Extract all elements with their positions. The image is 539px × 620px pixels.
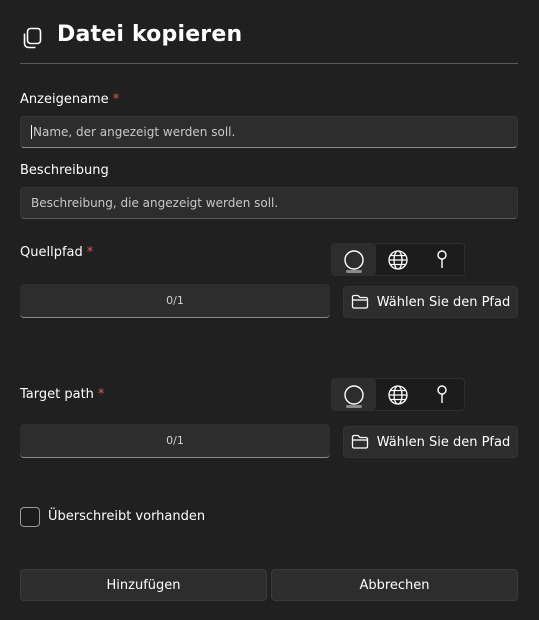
target-choose-path-label: Wählen Sie den Pfad <box>376 434 511 450</box>
circle-icon <box>344 249 364 270</box>
globe-icon <box>388 384 408 405</box>
display-name-label-text: Anzeigename <box>20 92 109 107</box>
folder-icon <box>351 434 368 449</box>
add-button[interactable]: Hinzufügen <box>20 569 267 601</box>
source-choose-path-button[interactable]: Wählen Sie den Pfad <box>343 286 518 318</box>
display-name-label: Anzeigename * <box>20 92 119 107</box>
overwrite-label[interactable]: Überschreibt vorhanden <box>48 509 205 524</box>
source-mode-pin[interactable] <box>420 244 464 275</box>
required-mark: * <box>86 245 94 260</box>
target-path-label: Target path * <box>20 387 104 402</box>
target-mode-circle[interactable] <box>332 379 376 410</box>
source-path-label-text: Quellpfad <box>20 245 83 260</box>
source-path-mode-toggle <box>331 243 465 276</box>
target-path-label-text: Target path <box>20 387 94 402</box>
required-mark: * <box>97 387 105 402</box>
description-placeholder: Beschreibung, die angezeigt werden soll. <box>31 196 279 210</box>
source-path-field[interactable]: 0/1 <box>20 284 330 318</box>
source-mode-circle[interactable] <box>332 244 376 275</box>
display-name-input[interactable]: Name, der angezeigt werden soll. <box>20 116 518 148</box>
text-caret <box>31 124 32 139</box>
display-name-placeholder: Name, der angezeigt werden soll. <box>33 125 236 139</box>
copy-icon <box>20 26 44 50</box>
source-path-label: Quellpfad * <box>20 245 93 260</box>
target-path-field[interactable]: 0/1 <box>20 424 330 458</box>
overwrite-checkbox[interactable] <box>20 507 40 527</box>
globe-icon <box>388 249 408 270</box>
target-choose-path-button[interactable]: Wählen Sie den Pfad <box>343 426 518 458</box>
pin-icon <box>437 384 447 403</box>
pin-icon <box>437 249 447 268</box>
cancel-button[interactable]: Abbrechen <box>271 569 518 601</box>
description-label: Beschreibung <box>20 163 109 178</box>
target-path-mode-toggle <box>331 378 465 411</box>
header-divider <box>20 63 518 64</box>
target-mode-pin[interactable] <box>420 379 464 410</box>
description-input[interactable]: Beschreibung, die angezeigt werden soll. <box>20 187 518 219</box>
source-mode-globe[interactable] <box>376 244 420 275</box>
source-choose-path-label: Wählen Sie den Pfad <box>376 294 511 310</box>
required-mark: * <box>112 92 120 107</box>
dialog-title: Datei kopieren <box>57 22 243 47</box>
folder-icon <box>351 294 368 309</box>
target-mode-globe[interactable] <box>376 379 420 410</box>
circle-icon <box>344 384 364 405</box>
